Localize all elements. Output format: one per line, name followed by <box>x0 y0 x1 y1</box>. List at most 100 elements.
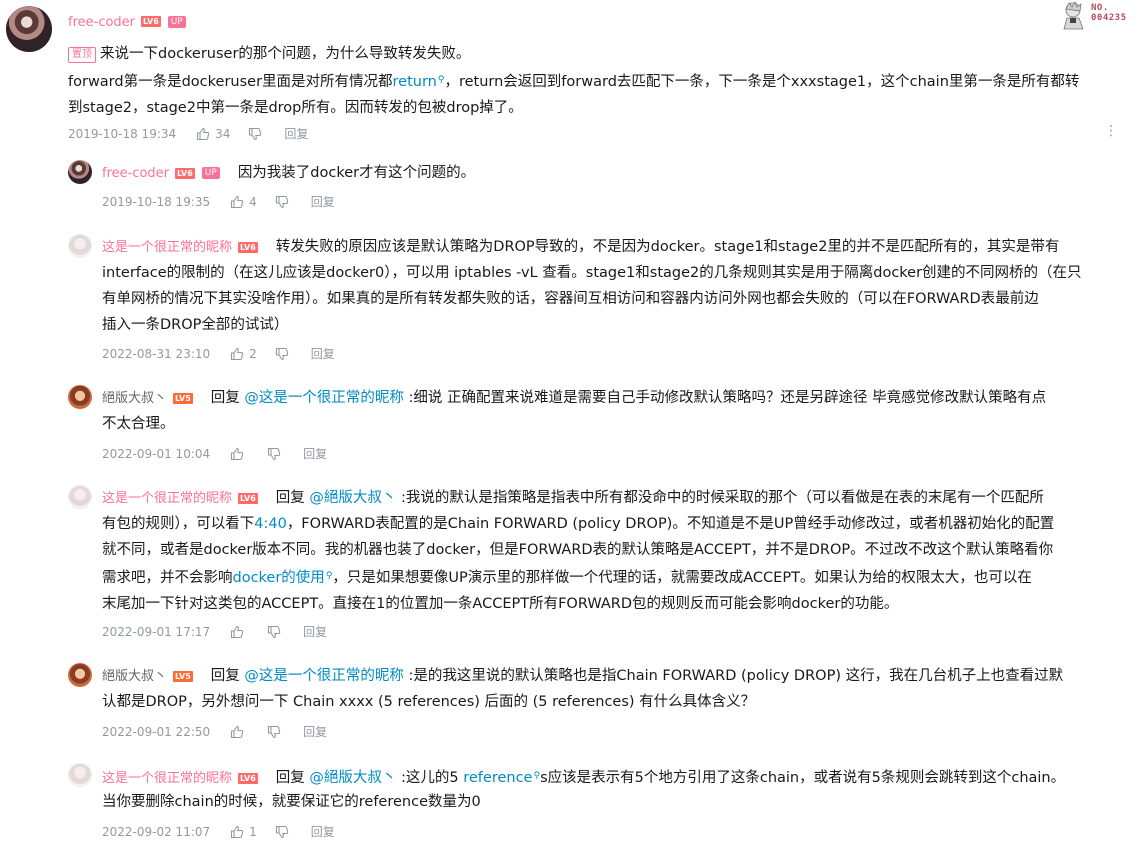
reply-body: free-coder LV6 UP 因为我装了docker才有这个问题的。 <box>102 160 1142 186</box>
reply-button[interactable]: 回复 <box>311 823 335 841</box>
reply-meta: 2022-09-01 10:04 回复 <box>102 445 327 463</box>
like-button[interactable]: 2 <box>230 345 257 363</box>
reply-text: ，FORWARD表配置的是Chain FORWARD (policy DROP)… <box>286 516 1055 532</box>
thumb-down-icon <box>268 625 281 639</box>
thumb-down-icon <box>268 725 281 739</box>
thumb-up-icon <box>197 127 210 141</box>
comment-text: forward第一条是dockeruser里面是对所有情况都 <box>68 74 393 90</box>
reply-label: 回复 <box>210 668 240 684</box>
mention-link[interactable]: @絕版大叔丶 <box>309 490 396 506</box>
fan-badge-figure-icon <box>1063 1 1084 30</box>
comment-text: ，return会返回到forward去匹配下一条，下一条是个xxxstage1，… <box>444 74 1080 90</box>
reply-text: s应该是表示有5个地方引用了这条chain，或者说有5条规则会跳转到这个chai… <box>540 770 1066 786</box>
reply-line: 絕版大叔丶 LV5 回复 @这是一个很正常的昵称 :是的我这里说的默认策略也是指Ch… <box>102 663 1142 689</box>
avatar[interactable] <box>6 6 52 52</box>
reply-line: 末尾加一下针对这类包的ACCEPT。直接在1的位置加一条ACCEPT所有FORW… <box>102 596 899 612</box>
fan-badge-line2: 004235 <box>1091 13 1127 23</box>
avatar[interactable] <box>68 385 92 409</box>
timestamp-link[interactable]: 4:40 <box>254 516 287 532</box>
reply-button[interactable]: 回复 <box>284 125 308 143</box>
reply-meta: 2022-09-02 11:07 1 回复 <box>102 823 335 841</box>
search-link[interactable]: docker的使用 <box>233 570 325 586</box>
level-badge: LV6 <box>238 772 258 784</box>
level-badge: LV6 <box>238 492 258 504</box>
like-button[interactable]: 34 <box>196 125 230 143</box>
reply-line: 当你要删除chain的时候，就要保证它的reference数量为0 <box>102 794 481 810</box>
comment-line: forward第一条是dockeruser里面是对所有情况都return⚲，re… <box>68 67 1142 95</box>
reply-text: ，只是如果想要像UP演示里的那样做一个代理的话，就需要改成ACCEPT。如果认为… <box>332 570 1032 586</box>
username[interactable]: free-coder <box>68 15 135 30</box>
avatar[interactable] <box>68 485 92 509</box>
like-button[interactable] <box>230 447 249 461</box>
like-button[interactable]: 1 <box>230 823 257 841</box>
reply-body: 这是一个很正常的昵称 LV6 转发失败的原因应该是默认策略为DROP导致的，不是因为… <box>102 234 1142 260</box>
mention-link[interactable]: @这是一个很正常的昵称 <box>244 390 404 406</box>
thumb-up-icon <box>231 447 244 461</box>
dislike-button[interactable] <box>267 625 281 639</box>
dislike-button[interactable] <box>275 825 289 839</box>
comment-line: 置顶 来说一下dockeruser的那个问题，为什么导致转发失败。 <box>68 41 1142 67</box>
reply-line: 插入一条DROP全部的试试） <box>102 317 289 333</box>
comment-text: 来说一下dockeruser的那个问题，为什么导致转发失败。 <box>100 46 471 62</box>
timestamp: 2019-10-18 19:35 <box>102 195 211 209</box>
dislike-button[interactable] <box>267 447 281 461</box>
more-vertical-icon[interactable]: ⋮ <box>1104 122 1118 140</box>
search-link[interactable]: reference <box>463 770 532 786</box>
dislike-button[interactable] <box>275 347 289 361</box>
reply-line: 这是一个很正常的昵称 LV6 转发失败的原因应该是默认策略为DROP导致的，不是因为… <box>102 234 1142 260</box>
reply-text: :细说 正确配置来说难道是需要自己手动修改默认策略吗？还是另辟途径 毕竟感觉修改… <box>403 390 1047 406</box>
reply-body: 这是一个很正常的昵称 LV6 回复 @絕版大叔丶 :我说的默认是指策略是指表中所有都… <box>102 485 1142 511</box>
mention-link[interactable]: @这是一个很正常的昵称 <box>244 668 404 684</box>
reply-text: :我说的默认是指策略是指表中所有都没命中的时候采取的那个（可以看做是在表的末尾有… <box>396 490 1044 506</box>
thumb-up-icon <box>231 625 244 639</box>
reply-line: 需求吧，并不会影响docker的使用⚲，只是如果想要像UP演示里的那样做一个代理… <box>102 563 1146 591</box>
like-count: 2 <box>249 347 257 361</box>
reply-body: 絕版大叔丶 LV5 回复 @这是一个很正常的昵称 :是的我这里说的默认策略也是指Ch… <box>102 663 1142 689</box>
avatar[interactable] <box>68 234 92 258</box>
thumb-down-icon <box>275 825 288 839</box>
dislike-button[interactable] <box>267 725 281 739</box>
comment-content: 置顶 来说一下dockeruser的那个问题，为什么导致转发失败。 forward… <box>68 41 1142 121</box>
reply-continuation: 有包的规则），可以看下4:40，FORWARD表配置的是Chain FORWAR… <box>102 511 1146 617</box>
like-count: 1 <box>249 825 257 839</box>
thumb-up-icon <box>231 825 244 839</box>
like-button[interactable] <box>230 625 249 639</box>
avatar[interactable] <box>68 763 92 787</box>
mention-link[interactable]: @絕版大叔丶 <box>309 770 396 786</box>
username[interactable]: 这是一个很正常的昵称 <box>102 771 232 786</box>
fan-badge-number: NO. 004235 <box>1091 3 1127 23</box>
reply-text: 有包的规则），可以看下 <box>102 516 255 532</box>
fan-badge[interactable]: NO. 004235 <box>1058 0 1140 32</box>
username[interactable]: 絕版大叔丶 <box>102 391 167 406</box>
username[interactable]: 絕版大叔丶 <box>102 669 167 684</box>
search-link[interactable]: return <box>393 74 437 90</box>
dislike-button[interactable] <box>248 127 262 141</box>
reply-meta: 2019-10-18 19:35 4 回复 <box>102 193 335 211</box>
level-badge: LV6 <box>238 241 258 253</box>
reply-button[interactable]: 回复 <box>303 723 327 741</box>
comment-text: 到stage2，stage2中第一条是drop所有。因而转发的包被drop掉了。 <box>68 100 523 116</box>
reply-line: 这是一个很正常的昵称 LV6 回复 @絕版大叔丶 :这儿的5 reference⚲s… <box>102 763 1142 791</box>
thumb-down-icon <box>275 347 288 361</box>
avatar[interactable] <box>68 663 92 687</box>
reply-label: 回复 <box>210 390 240 406</box>
like-button[interactable] <box>230 725 249 739</box>
reply-button[interactable]: 回复 <box>303 623 327 641</box>
comment-line: 到stage2，stage2中第一条是drop所有。因而转发的包被drop掉了。 <box>68 95 1142 121</box>
username[interactable]: free-coder <box>102 166 169 181</box>
reply-button[interactable]: 回复 <box>311 193 335 211</box>
reply-line: 就不同，或者是docker版本不同。我的机器也装了docker，但是FORWAR… <box>102 542 1054 558</box>
timestamp: 2022-09-01 10:04 <box>102 447 211 461</box>
avatar[interactable] <box>68 160 92 184</box>
reply-text: 因为我装了docker才有这个问题的。 <box>237 165 476 181</box>
username[interactable]: 这是一个很正常的昵称 <box>102 240 232 255</box>
thumb-up-icon <box>231 195 244 209</box>
reply-button[interactable]: 回复 <box>303 445 327 463</box>
timestamp: 2022-09-01 17:17 <box>102 625 211 639</box>
reply-meta: 2022-08-31 23:10 2 回复 <box>102 345 335 363</box>
username[interactable]: 这是一个很正常的昵称 <box>102 491 232 506</box>
timestamp: 2019-10-18 19:34 <box>68 127 177 141</box>
reply-button[interactable]: 回复 <box>311 345 335 363</box>
like-button[interactable]: 4 <box>230 193 257 211</box>
dislike-button[interactable] <box>275 195 289 209</box>
